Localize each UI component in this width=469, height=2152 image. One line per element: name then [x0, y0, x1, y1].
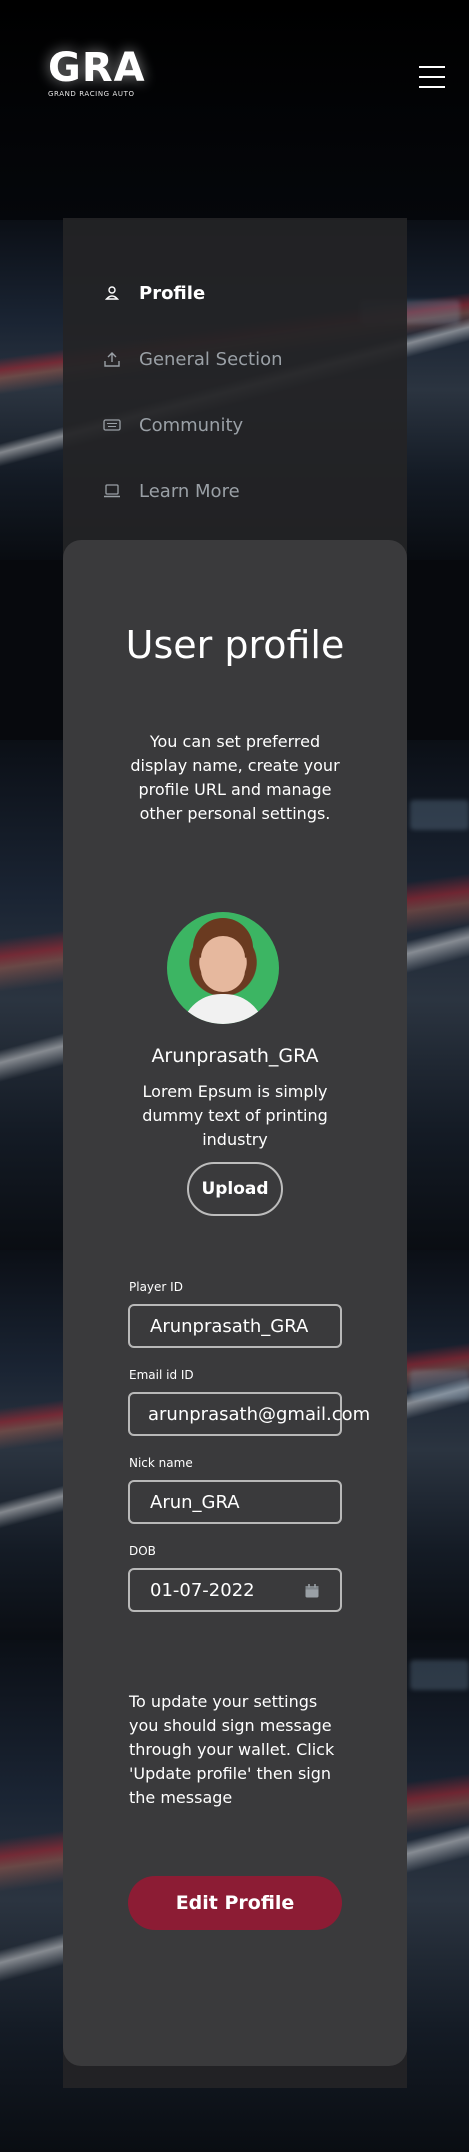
page-title: User profile	[125, 623, 345, 667]
dob-value: 01-07-2022	[150, 1579, 255, 1601]
hamburger-menu-icon[interactable]	[419, 66, 445, 88]
profile-bio: Lorem Epsum is simply dummy text of prin…	[142, 1082, 328, 1149]
wallet-sign-note: To update your settings you should sign …	[129, 1692, 335, 1807]
nav-item-profile[interactable]: Profile	[63, 260, 407, 326]
dob-label: DOB	[129, 1544, 156, 1558]
nick-name-label: Nick name	[129, 1456, 193, 1470]
profile-panel: Profile General Section Community Learn …	[63, 218, 407, 2088]
nav-item-general-section[interactable]: General Section	[63, 326, 407, 392]
gra-logo[interactable]: GRA GRAND RACING AUTO	[48, 48, 158, 98]
header: GRA GRAND RACING AUTO	[0, 0, 469, 140]
upload-button[interactable]: Upload	[187, 1162, 283, 1216]
user-icon	[103, 284, 121, 302]
player-id-label: Player ID	[129, 1280, 183, 1294]
nav-item-community[interactable]: Community	[63, 392, 407, 458]
profile-username: Arunprasath_GRA	[151, 1045, 319, 1067]
laptop-icon	[103, 482, 121, 500]
background-light	[410, 800, 469, 830]
background-light	[410, 1660, 469, 1690]
profile-description: You can set preferred display name, crea…	[130, 732, 340, 823]
logo-text: GRA	[48, 45, 146, 91]
avatar	[167, 912, 279, 1024]
dob-field[interactable]: 01-07-2022	[128, 1568, 342, 1612]
nav-label-community: Community	[139, 414, 244, 436]
user-profile-card: User profile You can set preferred displ…	[63, 540, 407, 2066]
nick-name-field[interactable]: Arun_GRA	[128, 1480, 342, 1524]
calendar-icon[interactable]	[304, 1583, 320, 1599]
nav-label-learn-more: Learn More	[139, 480, 240, 502]
logo-tagline: GRAND RACING AUTO	[48, 90, 135, 98]
email-field[interactable]: arunprasath@gmail.com	[128, 1392, 370, 1436]
background-light	[410, 1370, 469, 1400]
player-id-field[interactable]: Arunprasath_GRA	[128, 1304, 342, 1348]
upload-icon	[103, 350, 121, 368]
keyboard-icon	[103, 416, 121, 434]
side-nav: Profile General Section Community Learn …	[63, 218, 407, 524]
edit-profile-button[interactable]: Edit Profile	[128, 1876, 342, 1930]
email-label: Email id ID	[129, 1368, 194, 1382]
nav-label-profile: Profile	[139, 282, 206, 304]
nav-label-general-section: General Section	[139, 348, 283, 370]
nav-item-learn-more[interactable]: Learn More	[63, 458, 407, 524]
